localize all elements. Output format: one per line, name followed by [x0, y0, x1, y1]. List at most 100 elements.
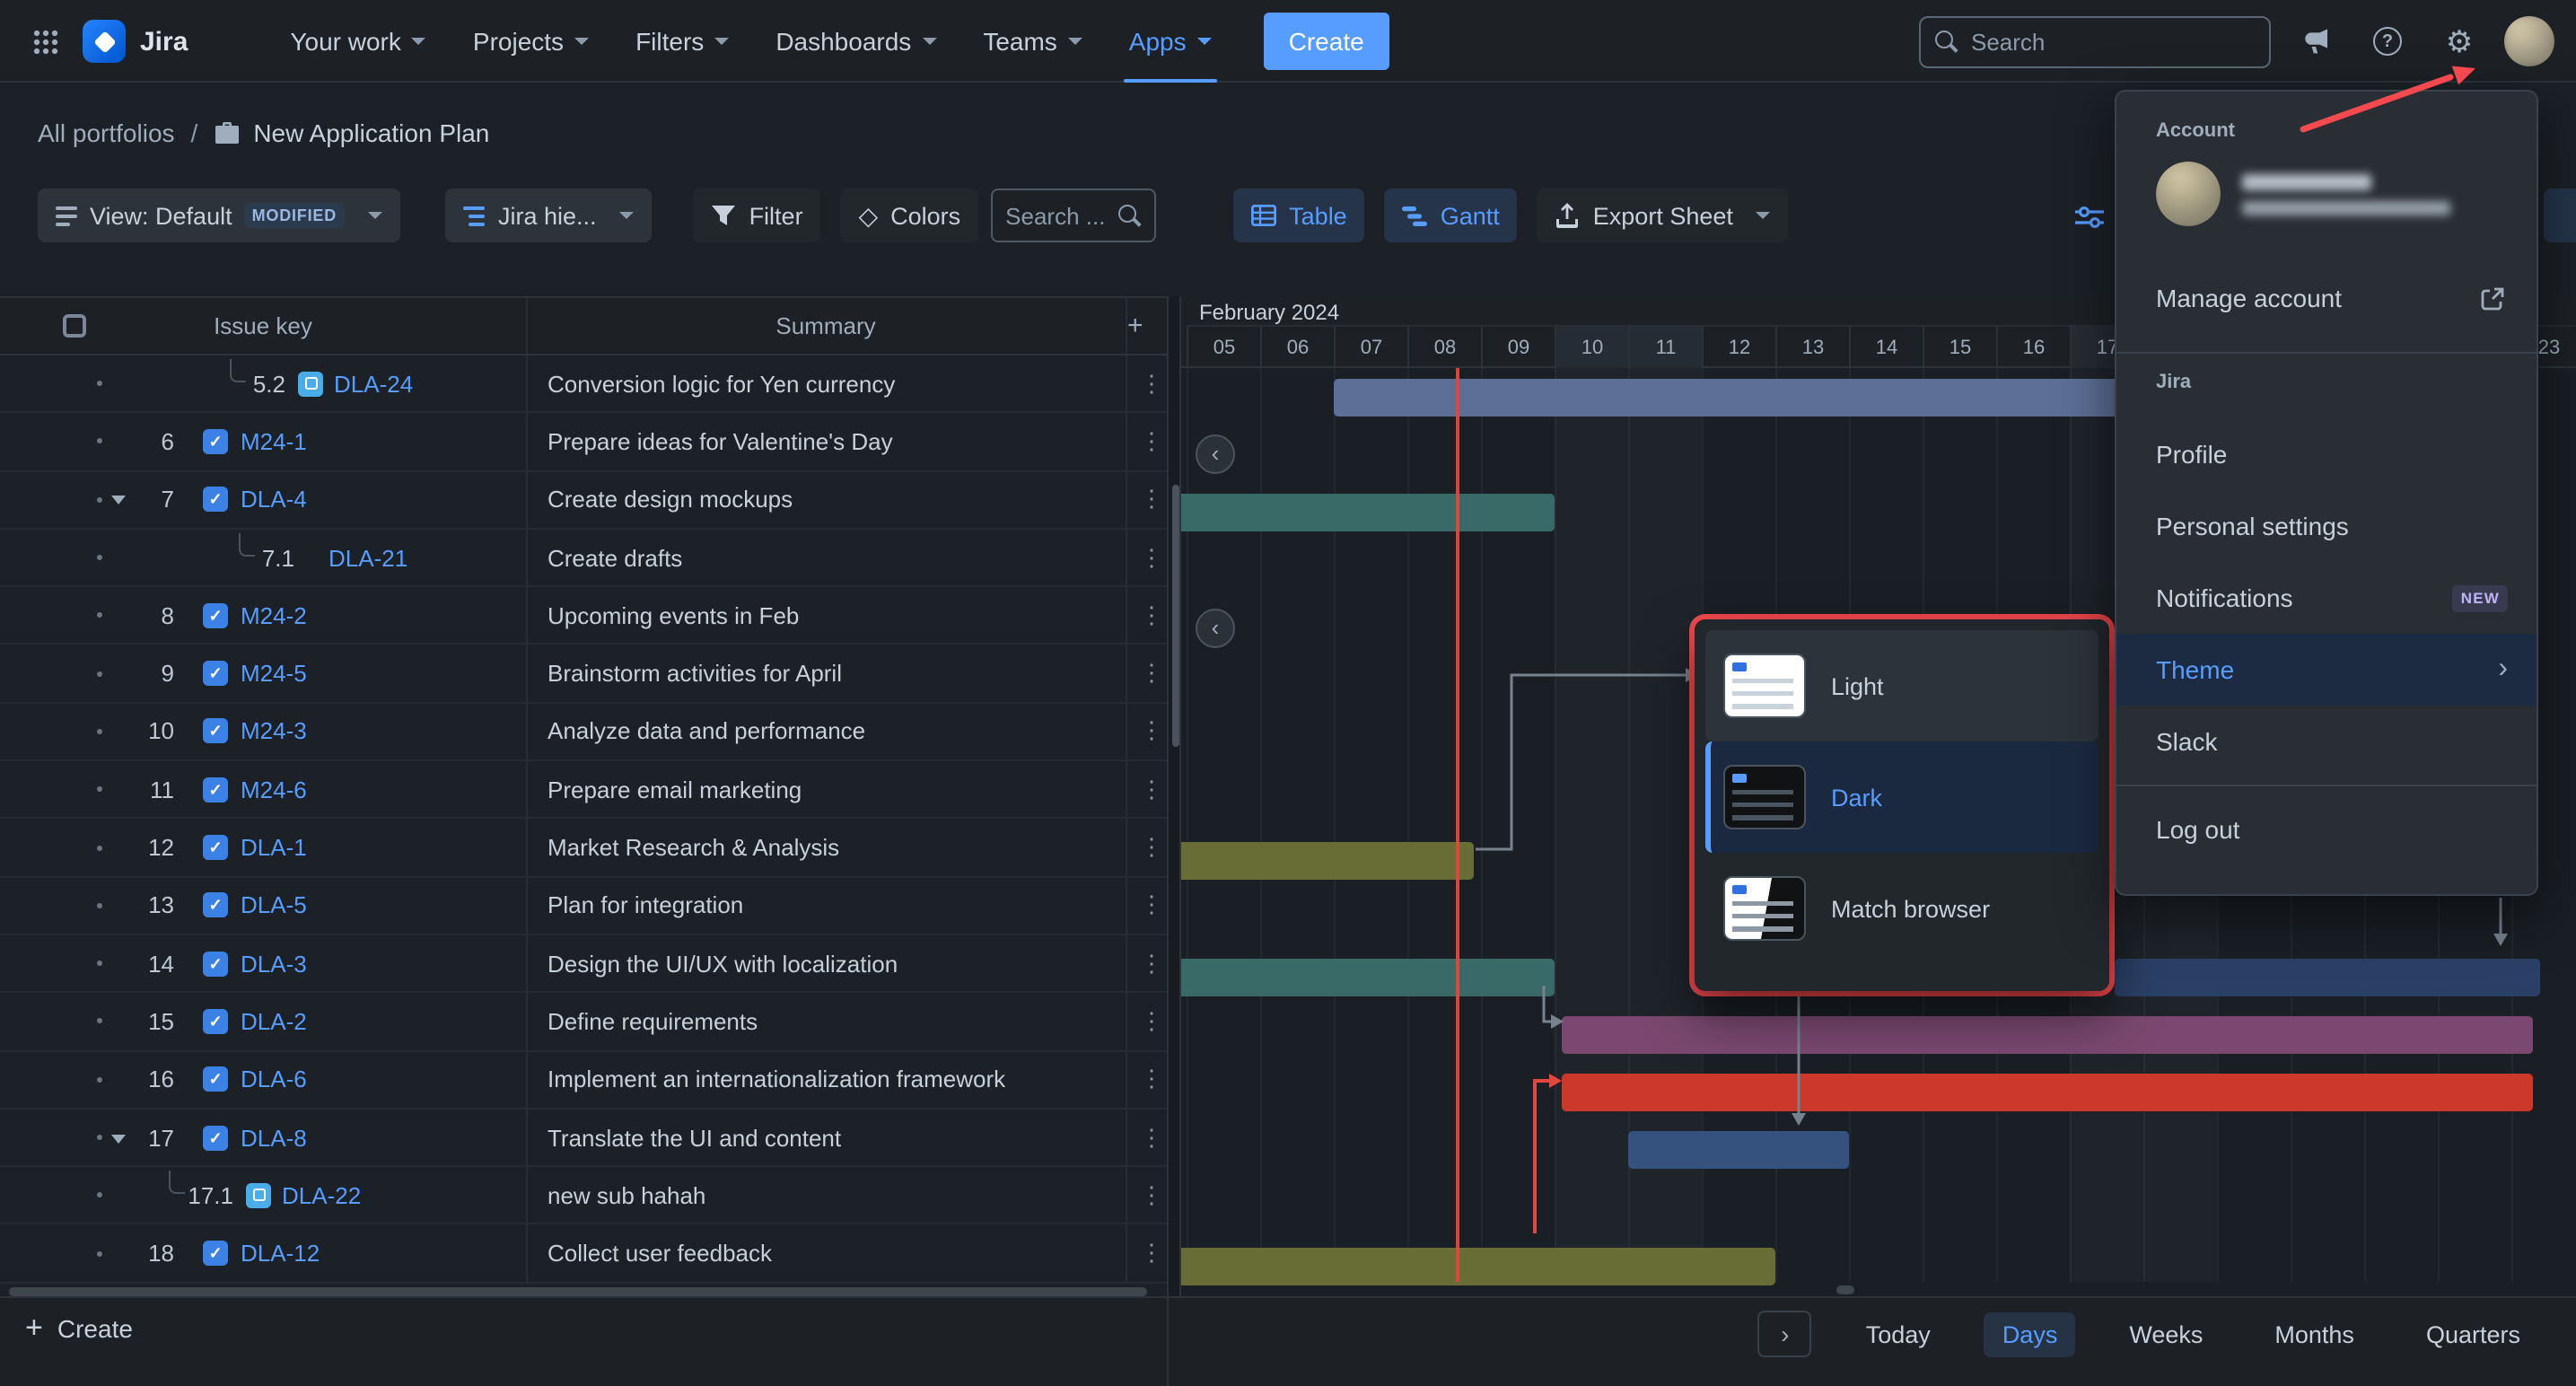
nav-item-your-work[interactable]: Your work: [267, 0, 450, 83]
issue-row[interactable]: 9✓M24-5Brainstorm activities for April⋮: [0, 645, 1169, 704]
row-actions-button[interactable]: ⋮: [1133, 1061, 1170, 1097]
issue-row[interactable]: 10✓M24-3Analyze data and performance⋮: [0, 704, 1169, 762]
gantt-bar-dla-1[interactable]: [1181, 842, 1474, 880]
issue-key-link[interactable]: DLA-22: [282, 1182, 361, 1209]
nav-item-teams[interactable]: Teams: [959, 0, 1105, 83]
app-switcher-button[interactable]: [18, 14, 72, 68]
issue-row[interactable]: 7✓DLA-4Create design mockups⋮: [0, 471, 1169, 530]
menu-item-theme[interactable]: Theme›: [2116, 634, 2537, 706]
nav-item-apps[interactable]: Apps: [1106, 0, 1235, 83]
gantt-bar-dla-8[interactable]: [1628, 1132, 1849, 1170]
fields-settings-button[interactable]: [2064, 192, 2113, 241]
row-actions-button[interactable]: ⋮: [1133, 888, 1170, 924]
global-search[interactable]: [1919, 15, 2271, 67]
row-actions-button[interactable]: ⋮: [1133, 424, 1170, 460]
gantt-bar-dla-4[interactable]: [1181, 494, 1555, 531]
add-column-button[interactable]: +: [1127, 298, 1143, 355]
issue-key-link[interactable]: M24-1: [241, 428, 307, 455]
theme-option-match[interactable]: Match browser: [1705, 853, 2098, 964]
issue-row[interactable]: 17✓DLA-8Translate the UI and content⋮: [0, 1110, 1169, 1168]
issue-key-link[interactable]: DLA-1: [241, 834, 307, 861]
menu-item-manage-account[interactable]: Manage account: [2116, 262, 2537, 334]
menu-item-notifications[interactable]: NotificationsNEW: [2116, 562, 2537, 634]
issue-row[interactable]: 6✓M24-1Prepare ideas for Valentine's Day…: [0, 414, 1169, 472]
issue-row[interactable]: 13✓DLA-5Plan for integration⋮: [0, 877, 1169, 935]
vertical-scrollbar[interactable]: [1172, 485, 1179, 747]
horizontal-scrollbar[interactable]: [9, 1287, 1147, 1296]
issue-row[interactable]: 8✓M24-2Upcoming events in Feb⋮: [0, 587, 1169, 645]
nav-item-dashboards[interactable]: Dashboards: [752, 0, 959, 83]
today-button[interactable]: Today: [1848, 1311, 1949, 1356]
issue-key-link[interactable]: DLA-3: [241, 950, 307, 977]
row-actions-button[interactable]: ⋮: [1133, 714, 1170, 750]
theme-option-light[interactable]: Light: [1705, 630, 2098, 741]
issue-key-link[interactable]: DLA-24: [334, 370, 413, 397]
row-actions-button[interactable]: ⋮: [1133, 1004, 1170, 1040]
global-search-input[interactable]: [1971, 28, 2240, 55]
issue-key-link[interactable]: DLA-21: [329, 544, 407, 571]
gantt-horizontal-scrollbar[interactable]: [1836, 1285, 1854, 1294]
row-actions-button[interactable]: ⋮: [1133, 598, 1170, 634]
gantt-bar-dla-6[interactable]: [1562, 1074, 2533, 1111]
zoom-days[interactable]: Days: [1985, 1311, 2076, 1356]
nav-item-filters[interactable]: Filters: [612, 0, 752, 83]
issue-key-link[interactable]: M24-3: [241, 718, 307, 745]
issue-key-link[interactable]: DLA-6: [241, 1066, 307, 1092]
export-sheet-button[interactable]: Export Sheet: [1538, 189, 1789, 242]
issue-row[interactable]: 18✓DLA-12Collect user feedback⋮: [0, 1225, 1169, 1284]
issue-row[interactable]: 14✓DLA-3Design the UI/UX with localizati…: [0, 935, 1169, 994]
issue-key-link[interactable]: M24-2: [241, 602, 307, 629]
menu-item-slack[interactable]: Slack: [2116, 706, 2537, 777]
issue-row[interactable]: 12✓DLA-1Market Research & Analysis⋮: [0, 820, 1169, 878]
table-view-button[interactable]: Table: [1233, 189, 1365, 242]
row-actions-button[interactable]: ⋮: [1133, 771, 1170, 807]
gantt-bar-dla-2[interactable]: [1562, 1016, 2533, 1054]
issue-row[interactable]: 11✓M24-6Prepare email marketing⋮: [0, 761, 1169, 820]
zoom-months[interactable]: Months: [2256, 1311, 2372, 1356]
menu-item-personal-settings[interactable]: Personal settings: [2116, 490, 2537, 562]
help-button[interactable]: ?: [2361, 14, 2414, 68]
row-actions-button[interactable]: ⋮: [1133, 945, 1170, 981]
row-actions-button[interactable]: ⋮: [1133, 539, 1170, 575]
issue-key-link[interactable]: DLA-2: [241, 1008, 307, 1035]
issue-row[interactable]: 16✓DLA-6Implement an internationalizatio…: [0, 1051, 1169, 1110]
row-actions-button[interactable]: ⋮: [1133, 1235, 1170, 1271]
hierarchy-selector-button[interactable]: Jira hie...: [444, 189, 653, 242]
settings-button[interactable]: ⚙: [2432, 14, 2486, 68]
expand-timeline-button[interactable]: ›: [1758, 1311, 1812, 1357]
gantt-bar-dla-3[interactable]: [1181, 958, 1555, 996]
view-settings-button[interactable]: View: Default MODIFIED: [38, 189, 399, 242]
gantt-bar-dla-12[interactable]: [1181, 1248, 1775, 1285]
issue-key-link[interactable]: DLA-4: [241, 486, 307, 513]
menu-item-profile[interactable]: Profile: [2116, 418, 2537, 490]
issue-key-link[interactable]: M24-6: [241, 776, 307, 803]
user-avatar[interactable]: [2504, 16, 2554, 66]
clipped-toolbar-button[interactable]: [2544, 189, 2576, 242]
gantt-view-button[interactable]: Gantt: [1385, 189, 1518, 242]
row-actions-button[interactable]: ⋮: [1133, 1178, 1170, 1214]
footer-create-button[interactable]: + Create: [25, 1312, 133, 1343]
jira-home-link[interactable]: Jira: [83, 20, 188, 63]
breadcrumb-all-portfolios-link[interactable]: All portfolios: [38, 118, 175, 147]
menu-item-log-out[interactable]: Log out: [2116, 794, 2537, 865]
issue-search[interactable]: [991, 189, 1156, 242]
issue-key-link[interactable]: DLA-5: [241, 892, 307, 919]
row-actions-button[interactable]: ⋮: [1133, 1119, 1170, 1155]
row-actions-button[interactable]: ⋮: [1133, 655, 1170, 691]
zoom-quarters[interactable]: Quarters: [2408, 1311, 2538, 1356]
issue-key-link[interactable]: DLA-12: [241, 1240, 320, 1267]
create-button[interactable]: Create: [1264, 13, 1389, 70]
issue-row[interactable]: 17.1DLA-22new sub hahah⋮: [0, 1167, 1169, 1225]
row-actions-button[interactable]: ⋮: [1133, 829, 1170, 865]
theme-option-dark[interactable]: Dark: [1705, 741, 2098, 853]
filter-button[interactable]: Filter: [694, 189, 821, 242]
announcements-button[interactable]: [2289, 14, 2343, 68]
gantt-bar-unlabeled[interactable]: [2114, 958, 2541, 996]
issue-row[interactable]: 15✓DLA-2Define requirements⋮: [0, 994, 1169, 1052]
row-actions-button[interactable]: ⋮: [1133, 481, 1170, 517]
zoom-weeks[interactable]: Weeks: [2111, 1311, 2221, 1356]
issue-row[interactable]: 7.1DLA-21Create drafts⋮: [0, 530, 1169, 588]
issue-row[interactable]: 5.2DLA-24Conversion logic for Yen curren…: [0, 355, 1169, 414]
nav-item-projects[interactable]: Projects: [450, 0, 612, 83]
colors-button[interactable]: ◇ Colors: [841, 189, 979, 242]
